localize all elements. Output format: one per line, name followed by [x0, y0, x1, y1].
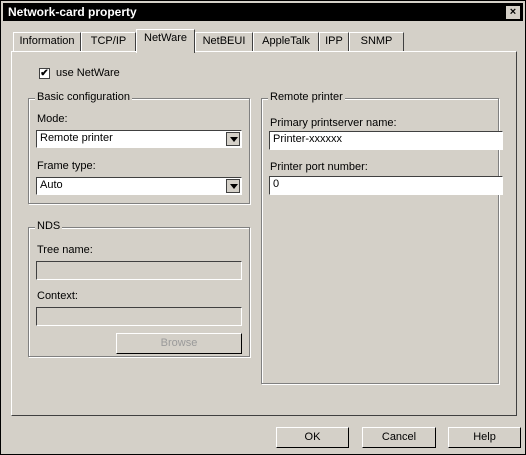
nds-title: NDS — [35, 220, 63, 232]
tab-information[interactable]: Information — [13, 32, 81, 51]
tree-name-input[interactable] — [36, 261, 242, 280]
cancel-button[interactable]: Cancel — [362, 427, 436, 448]
title-bar[interactable]: Network-card property × — [3, 3, 523, 21]
ok-button[interactable]: OK — [276, 427, 349, 448]
browse-button[interactable]: Browse — [116, 333, 242, 354]
close-icon: × — [509, 6, 517, 18]
help-button[interactable]: Help — [448, 427, 521, 448]
tree-name-label: Tree name: — [37, 244, 93, 256]
tab-snmp[interactable]: SNMP — [349, 32, 404, 51]
printserver-name-label: Primary printserver name: — [270, 117, 397, 129]
tab-ipp[interactable]: IPP — [319, 32, 349, 51]
dialog-window: Network-card property × Information TCP/… — [0, 0, 526, 455]
basic-config-group: Basic configuration Mode: Remote printer… — [28, 91, 250, 204]
nds-group: NDS Tree name: Context: Browse — [28, 220, 250, 357]
chevron-down-icon[interactable] — [226, 132, 240, 146]
mode-value: Remote printer — [40, 132, 113, 144]
printer-port-input[interactable]: 0 — [269, 176, 503, 195]
frame-type-label: Frame type: — [37, 160, 96, 172]
tab-appletalk[interactable]: AppleTalk — [253, 32, 319, 51]
printserver-name-input[interactable]: Printer-xxxxxx — [269, 131, 503, 150]
remote-printer-group: Remote printer Primary printserver name:… — [261, 91, 503, 384]
tab-panel-netware: ✔ use NetWare Basic configuration Mode: … — [11, 51, 517, 416]
printer-port-label: Printer port number: — [270, 161, 368, 173]
window-title: Network-card property — [8, 5, 137, 19]
context-label: Context: — [37, 290, 78, 302]
use-netware-checkbox[interactable]: ✔ — [39, 68, 50, 79]
tab-netbeui[interactable]: NetBEUI — [195, 32, 253, 51]
use-netware-label: use NetWare — [56, 67, 120, 79]
remote-printer-title: Remote printer — [268, 91, 345, 103]
tab-netware[interactable]: NetWare — [136, 29, 195, 53]
mode-label: Mode: — [37, 113, 68, 125]
frame-type-value: Auto — [40, 179, 63, 191]
basic-config-title: Basic configuration — [35, 91, 132, 103]
frame-type-dropdown[interactable]: Auto — [36, 177, 242, 195]
check-icon: ✔ — [40, 68, 49, 79]
chevron-down-icon[interactable] — [226, 179, 240, 193]
context-input[interactable] — [36, 307, 242, 326]
tab-tcpip[interactable]: TCP/IP — [81, 32, 136, 51]
mode-dropdown[interactable]: Remote printer — [36, 130, 242, 148]
close-button[interactable]: × — [505, 5, 521, 20]
